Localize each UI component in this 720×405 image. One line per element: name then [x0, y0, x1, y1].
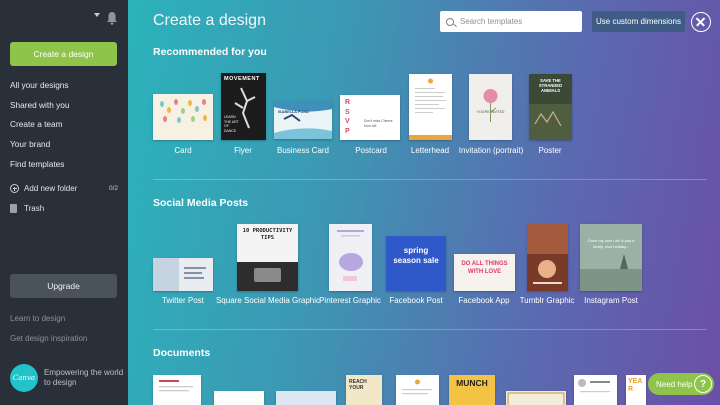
- template-label-flyer[interactable]: Flyer: [234, 146, 252, 155]
- chevron-down-icon[interactable]: [94, 13, 100, 17]
- postcard-rsvp: RSVP: [345, 99, 351, 135]
- template-document-munch[interactable]: MUNCH: [449, 375, 495, 405]
- sidebar-item-brand[interactable]: Your brand: [10, 139, 120, 159]
- invitation-text: YOU'RE INVITED: [476, 110, 505, 114]
- template-tumblr[interactable]: [527, 224, 568, 291]
- template-invitation[interactable]: YOU'RE INVITED: [469, 74, 512, 140]
- template-label-invitation[interactable]: Invitation (portrait): [459, 146, 523, 155]
- template-label-square-social[interactable]: Square Social Media Graphic: [216, 296, 320, 305]
- template-document-resume[interactable]: [574, 375, 617, 405]
- facebook-app-text: DO ALL THINGS WITH LOVE: [461, 261, 508, 275]
- create-design-button[interactable]: Create a design: [10, 42, 117, 66]
- help-button[interactable]: Need help ?: [648, 373, 714, 395]
- sidebar: Create a design All your designs Shared …: [0, 0, 128, 405]
- template-label-poster[interactable]: Poster: [538, 146, 561, 155]
- add-folder-button[interactable]: Add new folder 0/2: [10, 184, 118, 193]
- card-drops: [160, 99, 207, 123]
- brand: Canva Empowering the world to design: [10, 364, 124, 392]
- trash-icon: [10, 204, 17, 213]
- flyer-subtitle: LEARN THE ART OF DANCE: [224, 115, 239, 133]
- template-label-card[interactable]: Card: [174, 146, 191, 155]
- template-label-facebook-app[interactable]: Facebook App: [458, 296, 509, 305]
- main-panel: Create a design Use custom dimensions Re…: [128, 0, 720, 405]
- close-icon[interactable]: [691, 12, 711, 32]
- facebook-post-text: spring season sale: [393, 246, 439, 265]
- template-label-pinterest[interactable]: Pinterest Graphic: [319, 296, 381, 305]
- square-title: 10 PRODUCTIVITY TIPS: [242, 228, 293, 241]
- sidebar-item-find-templates[interactable]: Find templates: [10, 159, 120, 179]
- page-title: Create a design: [153, 12, 266, 29]
- template-label-business-card[interactable]: Business Card: [277, 146, 329, 155]
- plus-circle-icon: [10, 184, 19, 193]
- section-divider: [153, 329, 707, 330]
- section-title-documents: Documents: [153, 347, 211, 359]
- trash-label: Trash: [24, 204, 45, 213]
- help-label: Need help: [656, 379, 693, 389]
- section-divider: [153, 179, 707, 180]
- template-label-instagram[interactable]: Instagram Post: [584, 296, 638, 305]
- template-postcard[interactable]: RSVP Don't miss Cheers from all!: [340, 95, 400, 140]
- template-facebook-post[interactable]: spring season sale: [386, 236, 446, 291]
- sidebar-item-all-designs[interactable]: All your designs: [10, 80, 120, 100]
- template-document-certificate[interactable]: [506, 391, 566, 405]
- trash-link[interactable]: Trash: [10, 204, 44, 213]
- canva-logo[interactable]: Canva: [10, 364, 38, 392]
- bell-icon[interactable]: [106, 11, 118, 25]
- template-poster[interactable]: SAVE THE STRANDED ANIMALS: [529, 74, 572, 140]
- template-square-social[interactable]: 10 PRODUCTIVITY TIPS: [237, 224, 298, 291]
- postcard-side-text: Don't miss Cheers from all!: [364, 119, 393, 128]
- template-business-card[interactable]: ISABELLA POND: [274, 101, 332, 139]
- template-label-postcard[interactable]: Postcard: [355, 146, 387, 155]
- template-label-tumblr[interactable]: Tumblr Graphic: [520, 296, 575, 305]
- template-instagram[interactable]: Ouch my love Life is just a lovely, nice…: [580, 224, 642, 291]
- template-label-letterhead[interactable]: Letterhead: [411, 146, 449, 155]
- instagram-text: Ouch my love Life is just a lovely, nice…: [587, 238, 635, 249]
- munch-text: MUNCH: [456, 378, 488, 388]
- template-flyer[interactable]: MOVEMENT LEARN THE ART OF DANCE: [221, 73, 266, 140]
- section-title-social: Social Media Posts: [153, 197, 249, 209]
- template-document-reach[interactable]: REACH YOUR: [346, 375, 382, 405]
- sidebar-item-create-team[interactable]: Create a team: [10, 119, 120, 139]
- sidebar-item-shared[interactable]: Shared with you: [10, 100, 120, 120]
- year-text: YEAR: [628, 378, 643, 393]
- learn-to-design-link[interactable]: Learn to design: [10, 314, 65, 323]
- template-document-2[interactable]: [214, 391, 264, 405]
- template-card[interactable]: [153, 94, 213, 140]
- custom-dimensions-button[interactable]: Use custom dimensions: [592, 11, 685, 32]
- add-folder-label: Add new folder: [24, 184, 78, 193]
- help-icon: ?: [694, 375, 712, 393]
- sidebar-nav: All your designs Shared with you Create …: [10, 80, 120, 178]
- upgrade-button[interactable]: Upgrade: [10, 274, 117, 298]
- sidebar-top-icons: [94, 11, 118, 25]
- design-inspiration-link[interactable]: Get design inspiration: [10, 334, 87, 343]
- template-twitter-post[interactable]: [153, 258, 213, 291]
- reach-text: REACH YOUR: [349, 379, 367, 391]
- template-pinterest[interactable]: [329, 224, 372, 291]
- template-document-letter[interactable]: [396, 375, 439, 405]
- poster-title: SAVE THE STRANDED ANIMALS: [538, 78, 563, 93]
- business-card-name: ISABELLA POND: [278, 110, 309, 114]
- tagline: Empowering the world to design: [44, 368, 124, 387]
- section-title-recommended: Recommended for you: [153, 46, 267, 58]
- template-label-facebook-post[interactable]: Facebook Post: [389, 296, 442, 305]
- template-letterhead[interactable]: [409, 74, 452, 140]
- template-document-1[interactable]: [153, 375, 201, 405]
- template-facebook-app[interactable]: DO ALL THINGS WITH LOVE: [454, 254, 515, 291]
- search-input[interactable]: [460, 17, 570, 26]
- search-icon: [446, 17, 454, 26]
- search-box[interactable]: [440, 11, 582, 32]
- folder-count: 0/2: [108, 185, 118, 192]
- template-document-year[interactable]: YEAR: [626, 375, 646, 405]
- template-document-3[interactable]: [276, 391, 336, 405]
- template-label-twitter-post[interactable]: Twitter Post: [162, 296, 204, 305]
